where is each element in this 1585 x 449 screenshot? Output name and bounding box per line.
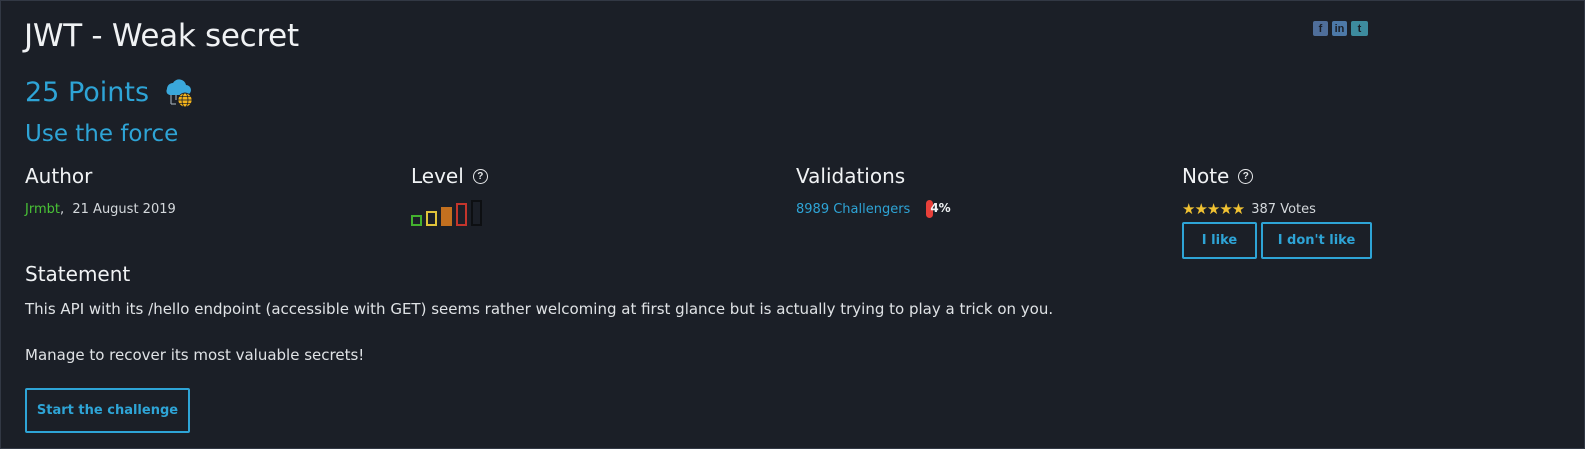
twitter-icon[interactable]: t [1351,21,1368,36]
difficulty-meter [411,200,488,226]
difficulty-bar-2 [426,211,437,226]
author-separator: , [59,202,65,217]
facebook-icon[interactable]: f [1313,21,1328,36]
like-button[interactable]: I like [1182,222,1257,259]
author-info: Jrmbt, 21 August 2019 [25,202,176,217]
challengers-link[interactable]: 8989 Challengers [796,202,910,217]
validations-row: 8989 Challengers 4% [796,200,951,218]
challenge-subtitle: Use the force [25,121,179,147]
page-title: JWT - Weak secret [24,18,299,54]
start-challenge-button[interactable]: Start the challenge [25,388,190,433]
statement-paragraph: Manage to recover its most valuable secr… [25,346,365,364]
difficulty-bar-5 [471,200,482,226]
validations-heading: Validations [796,164,906,188]
rating-row: ★★★★★ 387 Votes [1182,200,1372,218]
note-heading: Note [1182,164,1230,188]
statement-paragraph: This API with its /hello endpoint (acces… [25,300,1054,318]
validation-rate: 4% [926,200,951,218]
author-date: 21 August 2019 [72,202,176,217]
author-section: Author Jrmbt, 21 August 2019 [25,164,176,217]
vote-buttons: I like I don't like [1182,222,1372,259]
level-heading: Level [411,164,464,188]
note-section: Note ? ★★★★★ 387 Votes I like I don't li… [1182,164,1372,259]
cloud-web-icon [166,79,193,108]
validation-rate-text: 4% [930,201,951,215]
level-heading-row: Level ? [411,164,488,188]
author-heading: Author [25,164,93,188]
dislike-button[interactable]: I don't like [1261,222,1372,259]
difficulty-bar-3 [441,207,452,226]
share-links: f in t [1313,21,1368,36]
points-value: 25 Points [25,76,150,108]
points-row: 25 Points [25,75,196,109]
difficulty-bar-4 [456,203,467,226]
votes-count: 387 Votes [1251,201,1316,217]
note-heading-row: Note ? [1182,164,1372,188]
statement-heading: Statement [25,262,131,286]
star-rating: ★★★★★ [1182,200,1245,218]
note-help-icon[interactable]: ? [1238,168,1254,184]
level-help-icon[interactable]: ? [472,168,488,184]
validations-section: Validations 8989 Challengers 4% [796,164,951,218]
author-link[interactable]: Jrmbt [25,202,60,217]
difficulty-bar-1 [411,215,422,226]
linkedin-icon[interactable]: in [1332,21,1347,36]
level-section: Level ? [411,164,488,226]
